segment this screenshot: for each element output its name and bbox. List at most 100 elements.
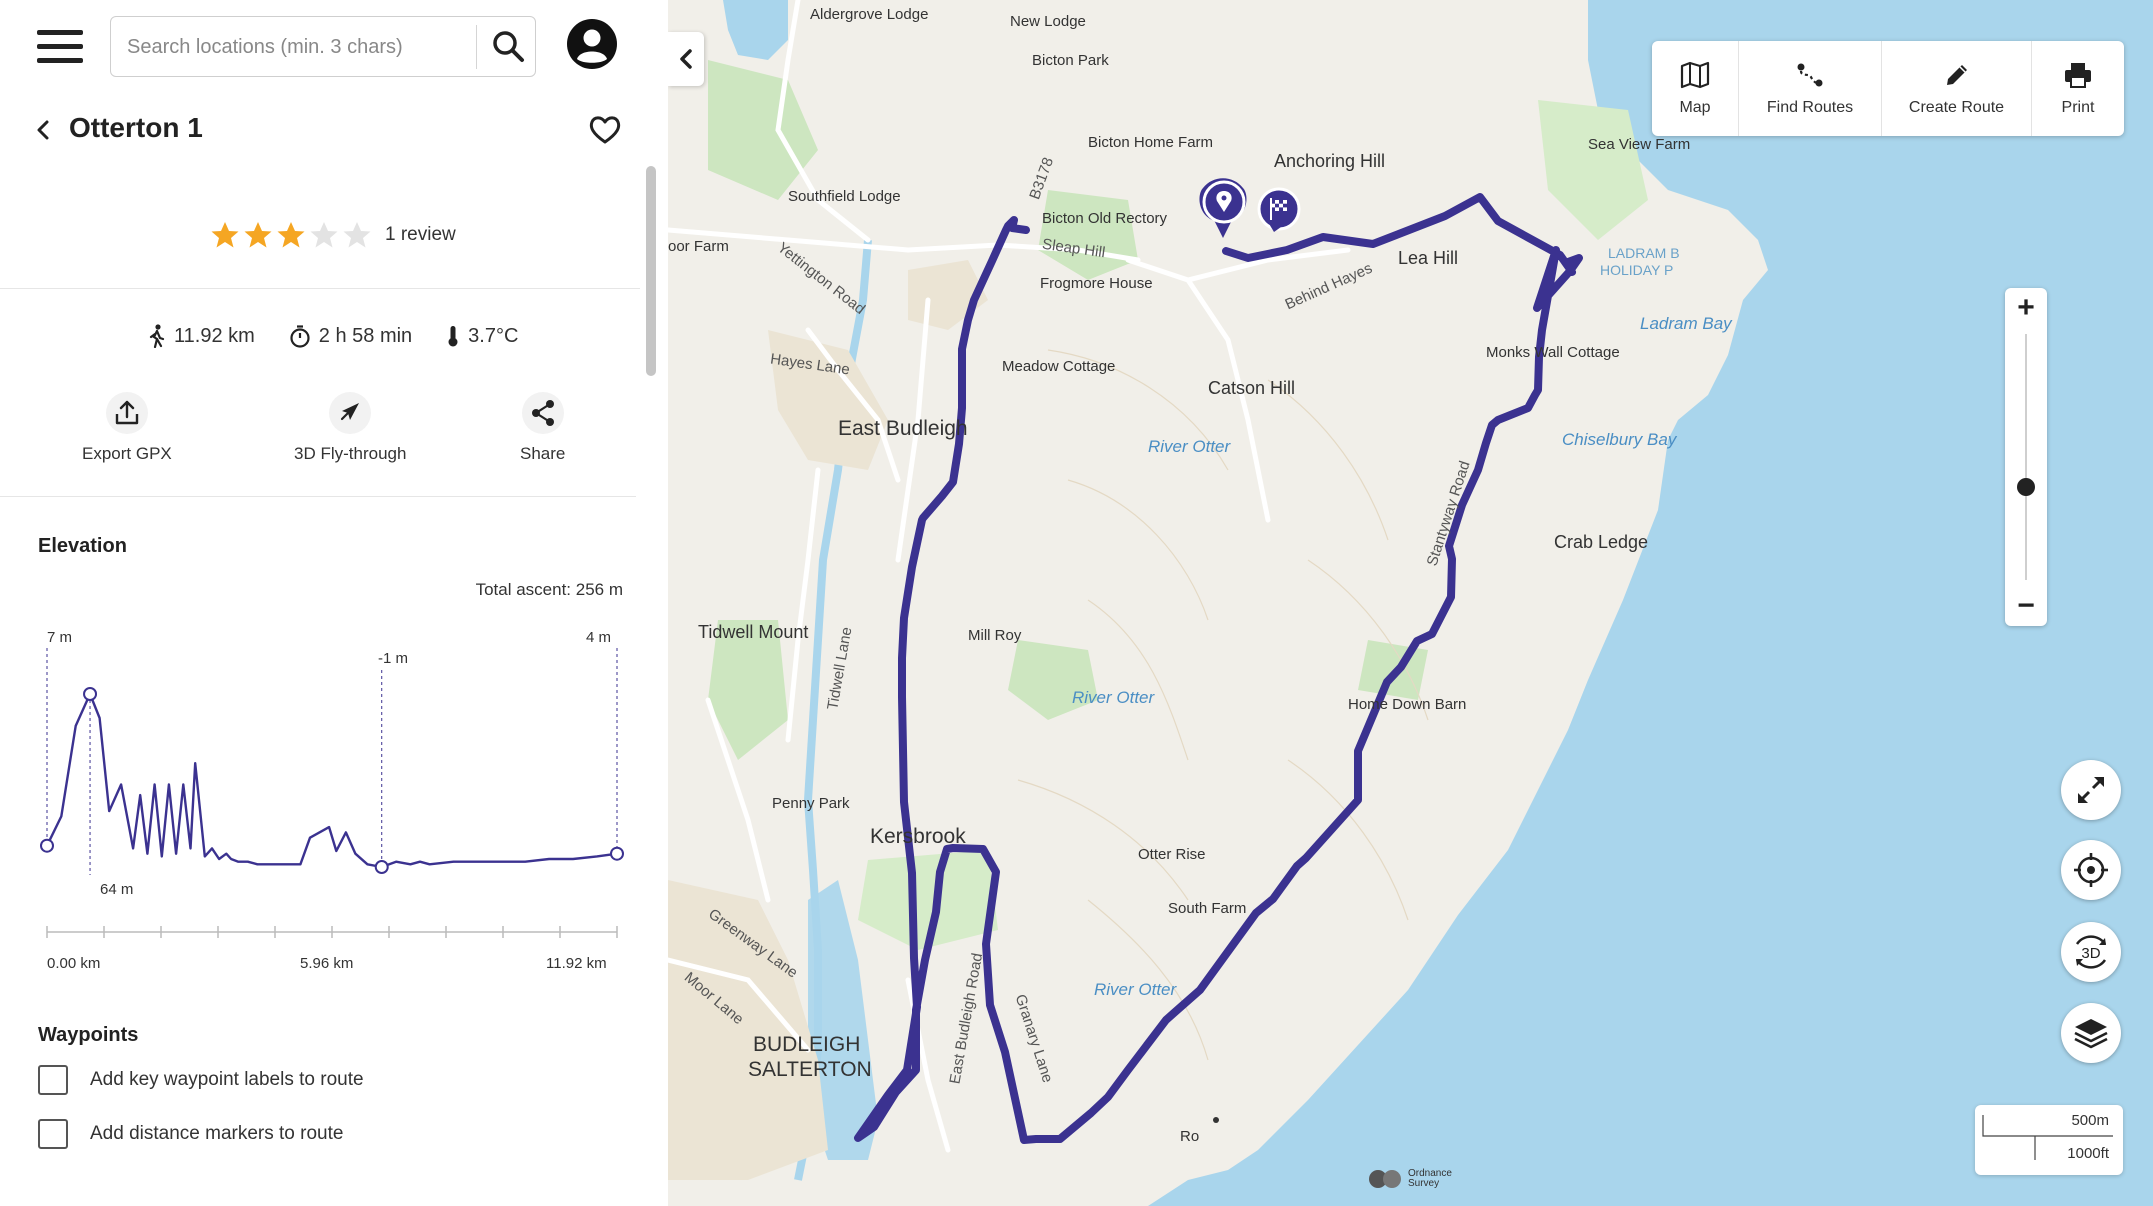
map-label: Kersbrook bbox=[870, 825, 966, 848]
star-icon bbox=[244, 222, 272, 248]
x-tick-label: 11.92 km bbox=[546, 955, 607, 972]
find-routes-button[interactable]: Find Routes bbox=[1738, 41, 1881, 136]
map-tool-label: Map bbox=[1679, 98, 1711, 116]
fly-through-label: 3D Fly-through bbox=[294, 444, 407, 463]
map-label: Meadow Cottage bbox=[1002, 358, 1116, 375]
map-label: Ladram Bay bbox=[1640, 314, 1732, 333]
zoom-slider-thumb[interactable] bbox=[2017, 477, 2035, 496]
stopwatch-icon bbox=[290, 325, 310, 348]
search-box bbox=[110, 16, 536, 77]
zoom-slider-track[interactable] bbox=[2025, 334, 2027, 580]
zoom-out-button[interactable]: − bbox=[2005, 586, 2047, 626]
menu-icon-bar bbox=[37, 30, 83, 35]
review-count[interactable]: 1 review bbox=[385, 224, 456, 246]
start-marker[interactable] bbox=[1199, 178, 1247, 238]
map-label: East Budleigh bbox=[838, 417, 968, 440]
temperature-value: 3.7°C bbox=[468, 324, 519, 347]
back-button[interactable] bbox=[30, 116, 58, 144]
distance-markers-checkbox[interactable] bbox=[38, 1119, 68, 1149]
map-label: River Otter bbox=[1094, 980, 1177, 999]
pencil-icon bbox=[1946, 64, 1967, 85]
marker-max bbox=[83, 687, 98, 701]
search-icon bbox=[493, 31, 524, 62]
crosshair-icon bbox=[2074, 853, 2108, 887]
svg-text:3D: 3D bbox=[2081, 945, 2100, 962]
divider bbox=[0, 288, 640, 289]
account-button[interactable] bbox=[566, 18, 618, 70]
locate-button[interactable] bbox=[2061, 840, 2121, 900]
map-label: Chiselbury Bay bbox=[1562, 430, 1677, 449]
share-icon bbox=[521, 392, 564, 434]
woodland bbox=[1038, 190, 1138, 280]
share-button[interactable]: Share bbox=[520, 392, 565, 464]
waypoint-labels-checkbox[interactable] bbox=[38, 1065, 68, 1095]
map-basemap[interactable] bbox=[668, 0, 2153, 1206]
elevation-chart[interactable]: 7 m 64 m -1 m 4 m 0.00 km 5.96 km 11.92 … bbox=[30, 620, 640, 980]
3d-view-button[interactable]: 3D bbox=[2061, 922, 2121, 982]
map-label: oor Farm bbox=[668, 238, 729, 255]
fly-through-button[interactable]: 3D Fly-through bbox=[294, 392, 406, 464]
rating: 1 review bbox=[210, 218, 456, 252]
waypoint-labels-option[interactable]: Add key waypoint labels to route bbox=[38, 1065, 364, 1095]
map-label: Catson Hill bbox=[1208, 378, 1296, 398]
map-label: Bicton Old Rectory bbox=[1042, 210, 1168, 227]
export-gpx-label: Export GPX bbox=[82, 444, 172, 463]
map-view[interactable]: Aldergrove Lodge New Lodge Bicton Park B… bbox=[668, 0, 2153, 1206]
map-label: Otter Rise bbox=[1138, 846, 1206, 863]
elevation-heading: Elevation bbox=[38, 535, 127, 557]
create-route-label: Create Route bbox=[1908, 98, 2005, 116]
map-label: New Lodge bbox=[1010, 13, 1086, 30]
star-icon bbox=[277, 222, 305, 248]
rating-stars[interactable] bbox=[210, 220, 375, 250]
print-button[interactable]: Print bbox=[2031, 41, 2124, 136]
menu-icon-bar bbox=[37, 44, 83, 49]
map-label: Mill Roy bbox=[968, 627, 1022, 644]
elevation-label-min: -1 m bbox=[378, 650, 408, 667]
create-route-button[interactable]: Create Route bbox=[1881, 41, 2031, 136]
favourite-button[interactable] bbox=[588, 114, 622, 146]
map-label: Penny Park bbox=[772, 795, 850, 812]
expand-icon bbox=[2077, 776, 2105, 804]
waypoints-heading: Waypoints bbox=[38, 1024, 139, 1046]
woodland bbox=[708, 60, 818, 200]
collapse-panel-button[interactable] bbox=[668, 32, 704, 86]
marker-end bbox=[610, 846, 624, 861]
os-logo-text: Ordnance Survey bbox=[1408, 1168, 1452, 1189]
map-tool-button[interactable]: Map bbox=[1652, 41, 1738, 136]
waypoint-labels-label: Add key waypoint labels to route bbox=[90, 1069, 364, 1090]
x-tick-label: 0.00 km bbox=[47, 955, 100, 972]
map-label: River Otter bbox=[1072, 688, 1155, 707]
search-input[interactable] bbox=[125, 29, 465, 65]
map-label: Lea Hill bbox=[1398, 248, 1459, 268]
find-routes-label: Find Routes bbox=[1766, 98, 1854, 116]
star-icon bbox=[211, 222, 239, 248]
map-label: Monks Wall Cottage bbox=[1486, 344, 1620, 361]
map-label: Bicton Home Farm bbox=[1088, 134, 1214, 151]
export-gpx-button[interactable]: Export GPX bbox=[82, 392, 172, 464]
map-label: South Farm bbox=[1168, 900, 1247, 917]
map-label: Anchoring Hill bbox=[1274, 151, 1386, 171]
map-icon bbox=[1680, 61, 1710, 88]
star-icon bbox=[310, 222, 338, 248]
menu-button[interactable] bbox=[37, 30, 83, 64]
user-icon bbox=[567, 19, 617, 69]
search-button[interactable] bbox=[489, 27, 529, 67]
zoom-in-button[interactable]: + bbox=[2005, 288, 2047, 328]
find-routes-icon bbox=[1797, 63, 1823, 86]
finish-marker[interactable] bbox=[1257, 187, 1301, 232]
map-label: Home Down Barn bbox=[1348, 696, 1467, 713]
panel-scrollbar[interactable] bbox=[646, 166, 656, 376]
distance-markers-label: Add distance markers to route bbox=[90, 1123, 344, 1144]
fullscreen-button[interactable] bbox=[2061, 760, 2121, 820]
layers-icon bbox=[2074, 1019, 2108, 1049]
duration-value: 2 h 58 min bbox=[318, 324, 413, 347]
elevation-label-start: 7 m bbox=[47, 629, 72, 646]
urban-area bbox=[668, 880, 828, 1180]
scale-metric: 500m bbox=[2071, 1112, 2109, 1129]
ordnance-survey-logo: Ordnance Survey bbox=[1368, 1168, 1456, 1190]
distance-markers-option[interactable]: Add distance markers to route bbox=[38, 1119, 343, 1149]
map-label: Frogmore House bbox=[1040, 275, 1153, 292]
layers-button[interactable] bbox=[2061, 1003, 2121, 1063]
plane-icon bbox=[329, 392, 372, 434]
map-label: BUDLEIGH bbox=[753, 1033, 861, 1056]
